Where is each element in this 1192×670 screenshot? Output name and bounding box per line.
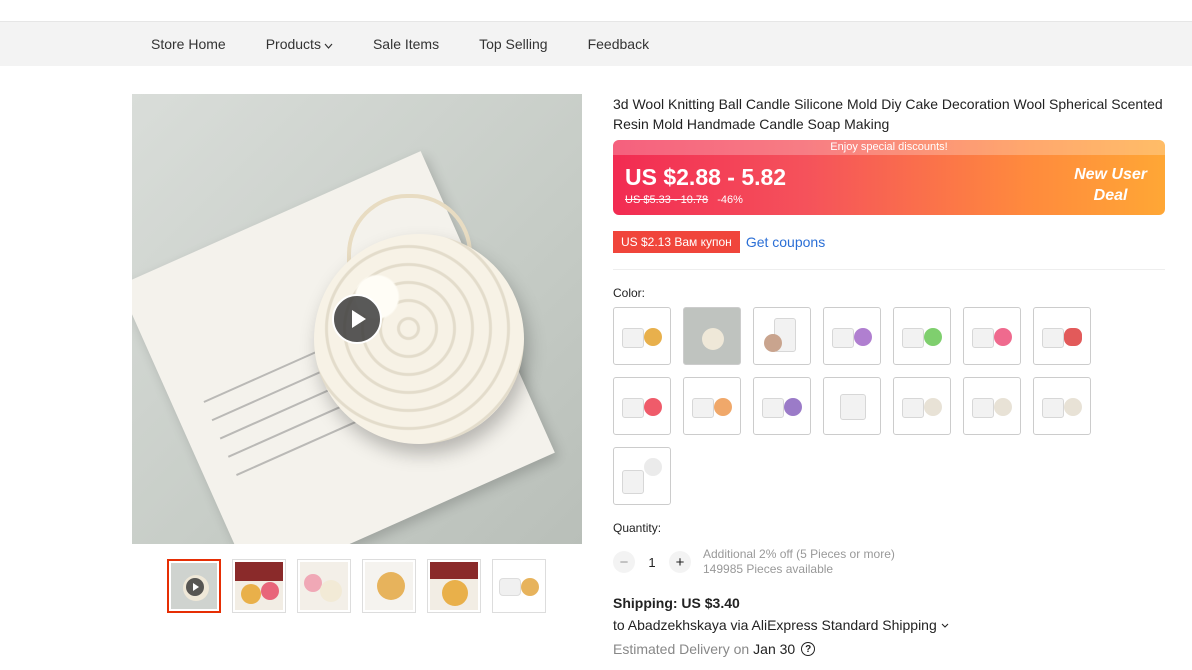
thumbnail-4[interactable] bbox=[362, 559, 416, 613]
color-swatch-5[interactable] bbox=[893, 307, 951, 365]
quantity-label: Quantity: bbox=[613, 521, 662, 535]
nav-products-label: Products bbox=[265, 36, 321, 52]
main-product-image[interactable] bbox=[132, 94, 582, 544]
quantity-value[interactable]: 1 bbox=[635, 555, 669, 570]
color-swatch-11[interactable] bbox=[823, 377, 881, 435]
color-swatch-15[interactable] bbox=[613, 447, 671, 505]
discount-percent: -46% bbox=[717, 194, 743, 206]
deal-line-1: New User bbox=[1074, 166, 1147, 183]
color-swatch-3[interactable] bbox=[753, 307, 811, 365]
nav-feedback[interactable]: Feedback bbox=[588, 36, 649, 52]
nav-sale-items[interactable]: Sale Items bbox=[373, 36, 439, 52]
top-strip bbox=[0, 0, 1192, 22]
quantity-info: Additional 2% off (5 Pieces or more) 149… bbox=[703, 547, 895, 577]
new-user-deal-badge: New User Deal bbox=[1074, 164, 1147, 206]
product-title: 3d Wool Knitting Ball Candle Silicone Mo… bbox=[613, 96, 1163, 132]
quantity-minus-button[interactable]: − bbox=[613, 551, 635, 573]
color-swatch-6[interactable] bbox=[963, 307, 1021, 365]
coupon-tag[interactable]: US $2.13 Вам купон bbox=[613, 231, 740, 253]
thumbnail-6[interactable] bbox=[492, 559, 546, 613]
original-price: US $5.33 - 10.78 -46% bbox=[625, 194, 743, 206]
chevron-down-icon bbox=[941, 620, 949, 631]
color-swatch-10[interactable] bbox=[753, 377, 811, 435]
price-range: US $2.88 - 5.82 bbox=[625, 164, 787, 190]
stock-available-text: 149985 Pieces available bbox=[703, 562, 834, 576]
color-swatch-14[interactable] bbox=[1033, 377, 1091, 435]
nav-products[interactable]: Products bbox=[266, 36, 333, 52]
color-label: Color: bbox=[613, 286, 646, 300]
color-swatch-13[interactable] bbox=[963, 377, 1021, 435]
color-swatch-1[interactable] bbox=[613, 307, 671, 365]
nav-store-home[interactable]: Store Home bbox=[151, 36, 226, 52]
color-swatch-7[interactable] bbox=[1033, 307, 1091, 365]
estimated-delivery: Estimated Delivery on Jan 30 ? bbox=[613, 641, 1165, 657]
thumbnail-2[interactable] bbox=[232, 559, 286, 613]
play-icon bbox=[186, 578, 204, 596]
coupon-row: US $2.13 Вам купон Get coupons bbox=[613, 231, 1165, 270]
color-swatch-4[interactable] bbox=[823, 307, 881, 365]
product-info: 3d Wool Knitting Ball Candle Silicone Mo… bbox=[613, 94, 1165, 657]
price-banner: Enjoy special discounts! US $2.88 - 5.82… bbox=[613, 140, 1165, 215]
thumbnail-3[interactable] bbox=[297, 559, 351, 613]
quantity-stepper: − 1 + Additional 2% off (5 Pieces or mor… bbox=[613, 547, 1165, 577]
deal-line-2: Deal bbox=[1093, 187, 1128, 204]
quantity-plus-button[interactable]: + bbox=[669, 551, 691, 573]
thumbnail-strip bbox=[167, 559, 546, 613]
shipping-destination-text: to Abadzekhskaya via AliExpress Standard… bbox=[613, 617, 937, 633]
delivery-date: Jan 30 bbox=[753, 641, 796, 657]
store-nav: Store Home Products Sale Items Top Selli… bbox=[0, 22, 1192, 66]
play-icon bbox=[352, 310, 366, 328]
nav-top-selling[interactable]: Top Selling bbox=[479, 36, 548, 52]
help-icon[interactable]: ? bbox=[801, 642, 816, 656]
bulk-discount-text: Additional 2% off (5 Pieces or more) bbox=[703, 547, 895, 561]
color-swatches bbox=[613, 307, 1165, 505]
original-price-value: US $5.33 - 10.78 bbox=[625, 194, 709, 206]
chevron-down-icon bbox=[324, 41, 333, 52]
thumbnail-5[interactable] bbox=[427, 559, 481, 613]
thumbnail-1[interactable] bbox=[167, 559, 221, 613]
shipping-price: Shipping: US $3.40 bbox=[613, 595, 740, 611]
color-swatch-9[interactable] bbox=[683, 377, 741, 435]
color-swatch-2[interactable] bbox=[683, 307, 741, 365]
color-swatch-8[interactable] bbox=[613, 377, 671, 435]
shipping-destination[interactable]: to Abadzekhskaya via AliExpress Standard… bbox=[613, 617, 1165, 633]
get-coupons-link[interactable]: Get coupons bbox=[746, 234, 825, 250]
play-video-button[interactable] bbox=[332, 294, 382, 344]
color-swatch-12[interactable] bbox=[893, 377, 951, 435]
discount-banner-text: Enjoy special discounts! bbox=[613, 140, 1165, 155]
delivery-label: Estimated Delivery on bbox=[613, 641, 750, 657]
